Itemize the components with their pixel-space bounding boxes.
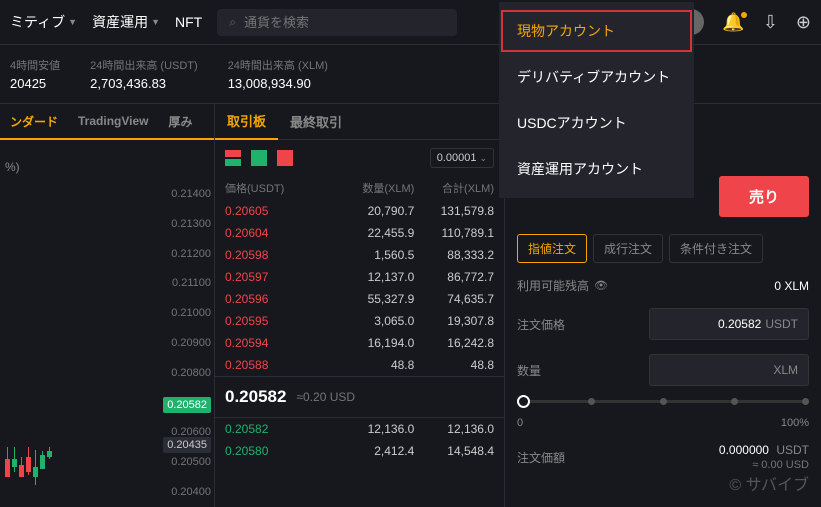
- stat-24h-low: 4時間安値20425: [10, 57, 60, 91]
- stat-24h-vol-xlm: 24時間出来高 (XLM)13,008,934.90: [228, 57, 328, 91]
- filter-buy-icon[interactable]: [251, 150, 267, 166]
- orderbook-row[interactable]: 0.205802,412.414,548.4: [215, 440, 504, 462]
- y-tick: 0.21300: [171, 218, 211, 230]
- sell-button[interactable]: 売り: [719, 176, 809, 217]
- qty-slider[interactable]: [517, 400, 809, 403]
- precision-select[interactable]: 0.00001⌄: [430, 148, 494, 168]
- y-tick: 0.20500: [171, 456, 211, 468]
- dropdown-spot-account[interactable]: 現物アカウント: [499, 8, 694, 54]
- current-price-row: 0.20582 ≈0.20 USD: [215, 376, 504, 418]
- chart-tabs: ンダード TradingView 厚み: [0, 104, 214, 140]
- y-tick: 0.21100: [171, 277, 211, 289]
- chart-area[interactable]: 0.21400 0.21300 0.21200 0.21100 0.21000 0.209…: [0, 179, 214, 507]
- candles: [5, 451, 52, 477]
- header-amount: 数量(XLM): [315, 180, 415, 196]
- notification-icon[interactable]: 🔔: [722, 12, 744, 33]
- qty-input[interactable]: XLM: [649, 354, 809, 386]
- topbar: ミティブ▼ 資産運用▼ NFT ⌕ 資産▲ 注文▼ 🔔 ⇩ ⊕: [0, 0, 821, 45]
- order-panel: 現物アカウント デリバティブアカウント USDCアカウント 資産運用アカウント …: [505, 104, 821, 507]
- assets-dropdown: 現物アカウント デリバティブアカウント USDCアカウント 資産運用アカウント: [499, 2, 694, 198]
- y-tick: 0.20400: [171, 486, 211, 498]
- filter-both-icon[interactable]: [225, 150, 241, 166]
- download-icon[interactable]: ⇩: [763, 12, 778, 33]
- orderbook-row[interactable]: 0.2059712,137.086,772.7: [215, 266, 504, 288]
- qty-label: 数量: [517, 362, 541, 379]
- total-label: 注文価額: [517, 449, 565, 466]
- tab-conditional[interactable]: 条件付き注文: [669, 234, 763, 263]
- price-input[interactable]: 0.20582USDT: [649, 308, 809, 340]
- nav-asset-mgmt[interactable]: 資産運用▼: [92, 12, 160, 32]
- nav-derivatives[interactable]: ミティブ▼: [10, 12, 77, 32]
- nav-nft[interactable]: NFT: [175, 14, 202, 30]
- tab-depth[interactable]: 厚み: [158, 105, 202, 138]
- orderbook-row[interactable]: 0.2060422,455.9110,789.1: [215, 222, 504, 244]
- dropdown-usdc-account[interactable]: USDCアカウント: [499, 100, 694, 146]
- orderbook-row[interactable]: 0.2059655,327.974,635.7: [215, 288, 504, 310]
- available-value: 0 XLM: [774, 279, 809, 293]
- y-tick: 0.21000: [171, 307, 211, 319]
- orderbook-row[interactable]: 0.2058848.848.8: [215, 354, 504, 376]
- tab-standard[interactable]: ンダード: [0, 105, 68, 138]
- globe-icon[interactable]: ⊕: [796, 12, 811, 33]
- tab-trades[interactable]: 最終取引: [278, 104, 354, 139]
- header-total: 合計(XLM): [414, 180, 494, 196]
- orderbook-row[interactable]: 0.2058212,136.012,136.0: [215, 418, 504, 440]
- eye-icon[interactable]: 👁: [594, 279, 608, 292]
- stat-24h-vol-usdt: 24時間出来高 (USDT)2,703,436.83: [90, 57, 198, 91]
- y-tick: 0.20800: [171, 367, 211, 379]
- search-input[interactable]: [244, 15, 445, 30]
- tab-market[interactable]: 成行注文: [593, 234, 663, 263]
- header-price: 価格(USDT): [225, 180, 315, 196]
- search-icon: ⌕: [229, 15, 236, 30]
- orderbook-row[interactable]: 0.205981,560.588,333.2: [215, 244, 504, 266]
- dropdown-derivatives-account[interactable]: デリバティブアカウント: [499, 54, 694, 100]
- tab-tradingview[interactable]: TradingView: [68, 106, 158, 136]
- y-tick: 0.21400: [171, 188, 211, 200]
- y-tick: 0.21200: [171, 248, 211, 260]
- tab-orderbook[interactable]: 取引板: [215, 103, 278, 140]
- orderbook-row[interactable]: 0.2060520,790.7131,579.8: [215, 200, 504, 222]
- available-label: 利用可能残高👁: [517, 277, 608, 294]
- y-tick: 0.20900: [171, 337, 211, 349]
- chart-panel: ンダード TradingView 厚み %) 0.214000.213000.2…: [0, 104, 215, 507]
- watermark: © サバイブ: [729, 471, 809, 495]
- dropdown-asset-mgmt-account[interactable]: 資産運用アカウント: [499, 146, 694, 192]
- current-price-tag: 0.20582: [163, 397, 211, 413]
- tab-limit[interactable]: 指値注文: [517, 234, 587, 263]
- pct-label: %): [0, 140, 214, 179]
- total-value: 0.000000 USDT: [719, 443, 809, 457]
- low-price-tag: 0.20435: [163, 437, 211, 453]
- orderbook-panel: 取引板 最終取引 0.00001⌄ 価格(USDT) 数量(XLM) 合計(XL…: [215, 104, 505, 507]
- stats-bar: 4時間安値20425 24時間出来高 (USDT)2,703,436.83 24…: [0, 45, 821, 104]
- price-label: 注文価格: [517, 316, 565, 333]
- orderbook-row[interactable]: 0.2059416,194.016,242.8: [215, 332, 504, 354]
- search-container: ⌕: [217, 9, 457, 36]
- filter-sell-icon[interactable]: [277, 150, 293, 166]
- orderbook-row[interactable]: 0.205953,065.019,307.8: [215, 310, 504, 332]
